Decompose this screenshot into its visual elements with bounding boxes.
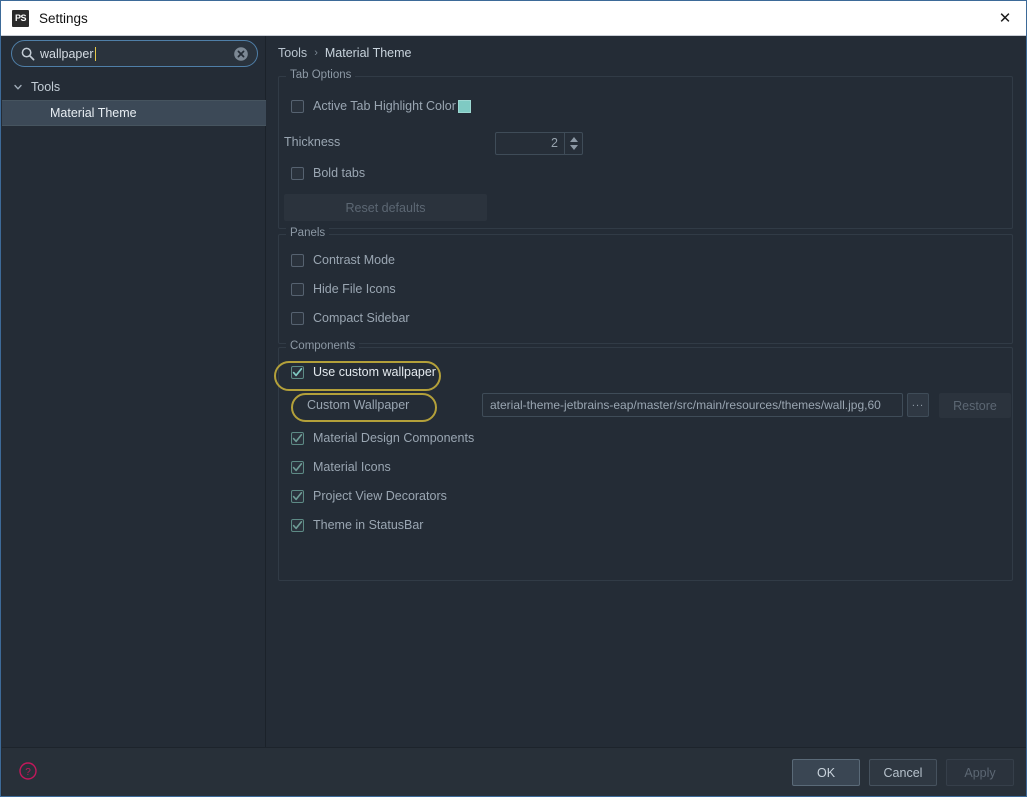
chevron-up-icon[interactable] (570, 137, 578, 142)
checkbox-box[interactable] (291, 490, 304, 503)
settings-dialog: PS Settings ✕ wallpaper (0, 0, 1027, 797)
checkbox-label: Contrast Mode (313, 253, 395, 267)
checkbox-label: Active Tab Highlight Color (313, 99, 456, 113)
checkbox-box[interactable] (291, 519, 304, 532)
apply-button[interactable]: Apply (946, 759, 1014, 786)
restore-button[interactable]: Restore (939, 393, 1011, 418)
custom-wallpaper-path-value: aterial-theme-jetbrains-eap/master/src/m… (483, 398, 881, 412)
search-value: wallpaper (40, 47, 94, 61)
dialog-footer: ? OK Cancel Apply (2, 747, 1026, 796)
group-title: Components (286, 340, 359, 352)
checkbox-box[interactable] (291, 283, 304, 296)
group-tab-options: Tab Options Active Tab Highlight Color T… (278, 76, 1013, 229)
ok-button[interactable]: OK (792, 759, 860, 786)
help-icon[interactable]: ? (19, 762, 37, 780)
breadcrumb-current: Material Theme (325, 46, 412, 60)
search-icon (20, 46, 36, 62)
chevron-down-icon[interactable] (570, 145, 578, 150)
stepper-buttons[interactable] (564, 133, 582, 154)
checkbox-label: Project View Decorators (313, 489, 447, 503)
checkbox-contrast-mode[interactable]: Contrast Mode (291, 253, 395, 267)
color-swatch[interactable] (458, 100, 471, 113)
svg-text:?: ? (25, 767, 31, 778)
checkbox-box[interactable] (291, 461, 304, 474)
checkbox-box[interactable] (291, 366, 304, 379)
custom-wallpaper-path-input[interactable]: aterial-theme-jetbrains-eap/master/src/m… (482, 393, 903, 417)
checkbox-compact-sidebar[interactable]: Compact Sidebar (291, 311, 410, 325)
text-caret (95, 47, 97, 61)
checkbox-label: Material Design Components (313, 431, 474, 445)
checkbox-theme-in-statusbar[interactable]: Theme in StatusBar (291, 518, 423, 532)
reset-defaults-button[interactable]: Reset defaults (284, 194, 487, 221)
thickness-stepper[interactable]: 2 (495, 132, 583, 155)
label-custom-wallpaper: Custom Wallpaper (307, 398, 409, 412)
checkbox-label: Bold tabs (313, 166, 365, 180)
app-icon: PS (12, 10, 29, 27)
label-thickness: Thickness (284, 135, 340, 149)
checkbox-label: Theme in StatusBar (313, 518, 423, 532)
group-title: Tab Options (286, 69, 355, 81)
group-panels: Panels Contrast Mode Hide File Icons Com… (278, 234, 1013, 344)
browse-button[interactable]: ... (907, 393, 929, 417)
checkbox-hide-file-icons[interactable]: Hide File Icons (291, 282, 396, 296)
footer-buttons: OK Cancel Apply (792, 759, 1014, 786)
clear-icon[interactable] (233, 46, 249, 62)
breadcrumb-root[interactable]: Tools (278, 46, 307, 60)
sidebar-item-tools[interactable]: Tools (2, 74, 266, 100)
sidebar-item-material-theme[interactable]: Material Theme (2, 100, 266, 126)
settings-tree: Tools Material Theme (2, 74, 266, 126)
breadcrumb: Tools › Material Theme (278, 46, 411, 60)
close-icon[interactable]: ✕ (982, 1, 1027, 35)
checkbox-active-tab-highlight-color[interactable]: Active Tab Highlight Color (291, 99, 471, 113)
sidebar-item-label: Tools (31, 80, 60, 94)
cancel-button[interactable]: Cancel (869, 759, 937, 786)
checkbox-box[interactable] (291, 100, 304, 113)
sidebar: wallpaper Tools Material Th (2, 36, 266, 747)
checkbox-label: Compact Sidebar (313, 311, 410, 325)
sidebar-item-label: Material Theme (50, 106, 137, 120)
checkbox-use-custom-wallpaper[interactable]: Use custom wallpaper (291, 365, 436, 379)
checkbox-box[interactable] (291, 432, 304, 445)
chevron-down-icon[interactable] (12, 81, 24, 93)
checkbox-box[interactable] (291, 312, 304, 325)
checkbox-label: Use custom wallpaper (313, 365, 436, 379)
window-title: Settings (39, 11, 88, 26)
checkbox-bold-tabs[interactable]: Bold tabs (291, 166, 365, 180)
checkbox-material-design-components[interactable]: Material Design Components (291, 431, 474, 445)
settings-content: Tools › Material Theme Tab Options Activ… (266, 36, 1027, 747)
checkbox-material-icons[interactable]: Material Icons (291, 460, 391, 474)
search-input[interactable]: wallpaper (11, 40, 258, 67)
breadcrumb-separator: › (314, 47, 318, 59)
checkbox-label: Hide File Icons (313, 282, 396, 296)
checkbox-project-view-decorators[interactable]: Project View Decorators (291, 489, 447, 503)
group-title: Panels (286, 227, 329, 239)
title-bar: PS Settings ✕ (1, 1, 1027, 36)
checkbox-box[interactable] (291, 167, 304, 180)
checkbox-label: Material Icons (313, 460, 391, 474)
checkbox-box[interactable] (291, 254, 304, 267)
group-components: Components Use custom wallpaper Custom W… (278, 347, 1013, 581)
stepper-value: 2 (496, 133, 564, 154)
